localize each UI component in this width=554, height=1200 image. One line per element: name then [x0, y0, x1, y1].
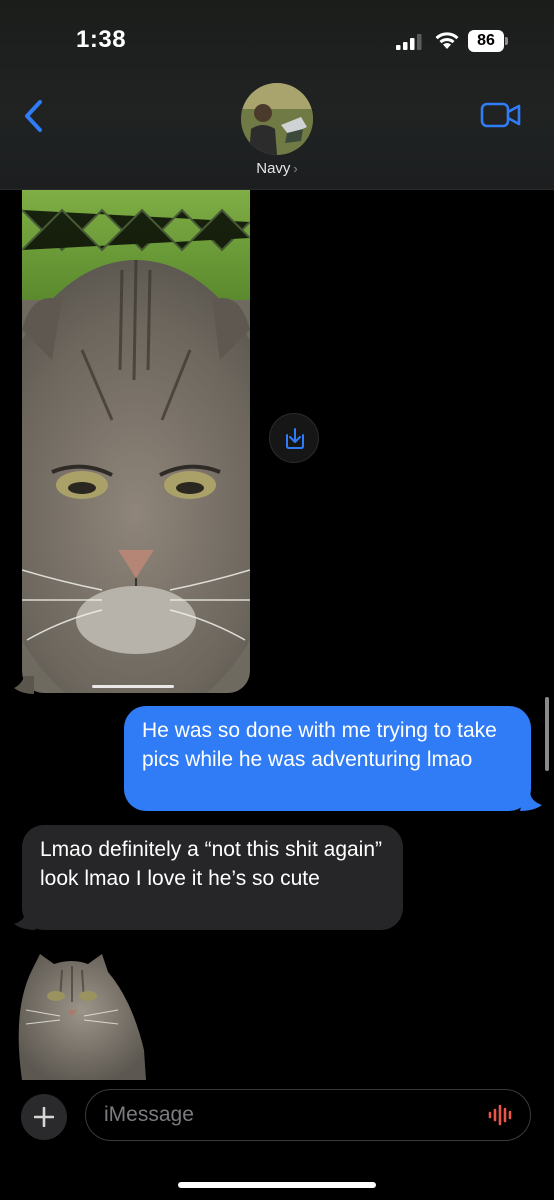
download-icon — [286, 428, 304, 449]
outgoing-message-tail — [520, 791, 542, 811]
status-bar: 1:38 86 — [0, 0, 554, 80]
cellular-signal-icon — [396, 34, 422, 50]
battery-tip — [505, 37, 508, 45]
chevron-right-icon: › — [293, 161, 298, 176]
incoming-message-bubble[interactable]: Lmao definitely a “not this shit again” … — [22, 825, 403, 930]
back-button[interactable] — [18, 96, 50, 136]
contact-name: Navy — [256, 160, 291, 177]
cat-photo-message[interactable] — [22, 190, 250, 693]
contact-avatar[interactable] — [241, 83, 313, 155]
imessage-input[interactable] — [85, 1089, 531, 1141]
wifi-icon — [435, 32, 459, 49]
facetime-video-button[interactable] — [480, 100, 522, 130]
plus-icon — [34, 1107, 54, 1127]
message-tail — [14, 676, 34, 694]
contact-name-button[interactable]: Navy › — [0, 160, 554, 177]
status-time: 1:38 — [76, 26, 127, 53]
waveform-icon[interactable] — [487, 1103, 515, 1127]
outgoing-message-text: He was so done with me trying to take pi… — [142, 719, 497, 771]
save-photo-button[interactable] — [269, 413, 319, 463]
home-indicator[interactable] — [178, 1182, 376, 1188]
chevron-left-icon — [25, 100, 42, 132]
scrollbar[interactable] — [545, 697, 549, 771]
incoming-message-tail — [14, 910, 36, 930]
cat-sticker[interactable] — [12, 940, 152, 1080]
outgoing-message-bubble[interactable]: He was so done with me trying to take pi… — [124, 706, 531, 811]
video-camera-icon — [480, 102, 521, 128]
incoming-message-text: Lmao definitely a “not this shit again” … — [40, 838, 383, 890]
conversation-header: 1:38 86 Navy › — [0, 0, 554, 190]
battery-indicator: 86 — [468, 30, 504, 52]
add-attachment-button[interactable] — [21, 1094, 67, 1140]
